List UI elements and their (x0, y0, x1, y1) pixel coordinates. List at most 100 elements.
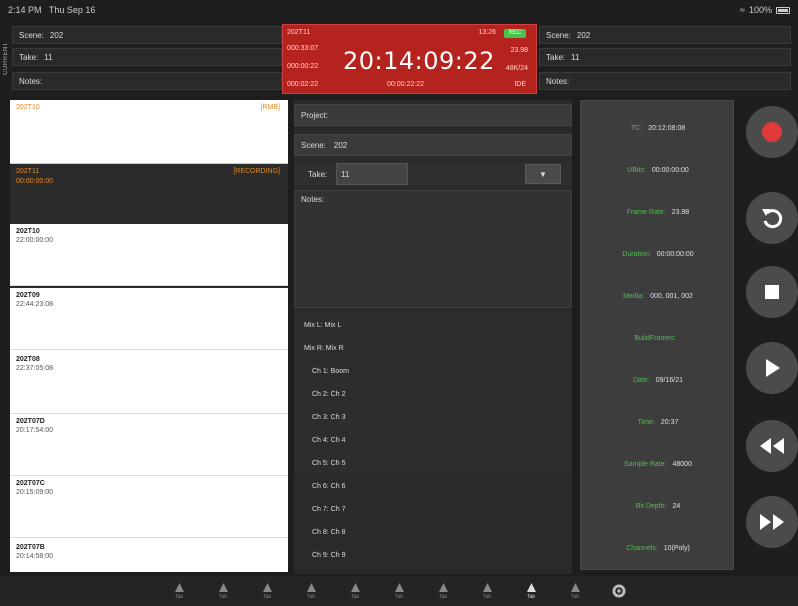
tab-icon (174, 583, 184, 592)
status-date: Thu Sep 16 (48, 5, 96, 15)
channel-list[interactable]: Mix L: Mix L Mix R: Mix R Ch 1: Boom Ch … (294, 314, 572, 559)
clip-list-selected[interactable]: 202T10 [RMB] (10, 100, 288, 164)
scene-field[interactable]: Scene: 202 (294, 134, 572, 156)
play-button[interactable] (746, 342, 798, 394)
tc-row4-left: 000:02:22 (287, 81, 319, 88)
info-row: TC: 20:12:08:08 (630, 125, 686, 132)
list-item[interactable]: 202T07B 20:14:58:00 (10, 540, 288, 572)
channel-item[interactable]: Ch 7: Ch 7 (312, 506, 345, 513)
list-item[interactable]: 202T10 22:00:00:00 (10, 224, 288, 286)
info-row: BuildFrames: (634, 335, 676, 342)
notes-label-right: Notes: (546, 76, 570, 86)
wifi-icon: ≈ (740, 5, 745, 15)
tab-icon (438, 583, 448, 592)
fast-forward-button[interactable] (746, 496, 798, 548)
selected-clip-tag: [RMB] (260, 104, 280, 111)
toolbar-tab-5[interactable]: Tab (337, 582, 373, 600)
channel-item[interactable]: Ch 5: Ch 5 (312, 460, 345, 467)
channel-item[interactable]: Mix L: Mix L (304, 322, 341, 329)
scene-label: Scene: (19, 30, 44, 40)
project-field[interactable]: Project: (294, 104, 572, 126)
toolbar-tab-1[interactable]: Tab (161, 582, 197, 600)
channel-item[interactable]: Ch 3: Ch 3 (312, 414, 345, 421)
toolbar-tab-4[interactable]: Tab (293, 582, 329, 600)
stop-button[interactable] (746, 266, 798, 318)
take-input[interactable]: 11 (336, 163, 408, 185)
toolbar-tab-6[interactable]: Tab (381, 582, 417, 600)
scene-value-right: 202 (576, 30, 591, 40)
toolbar-tab-7[interactable]: Tab (425, 582, 461, 600)
tab-icon (482, 583, 492, 592)
selected-clip-name: 202T10 (16, 104, 40, 111)
take-value: 11 (44, 52, 53, 62)
header-take-field[interactable]: Take: 11 (12, 48, 282, 66)
stop-icon (765, 285, 779, 299)
info-row: UBits: 00:00:00:00 (627, 167, 689, 174)
status-time: 2:14 PM (8, 5, 42, 15)
current-side-tab[interactable]: CURRENT (2, 24, 10, 92)
status-bar: 2:14 PM Thu Sep 16 ≈ 100% (0, 0, 798, 20)
undo-icon (762, 209, 783, 229)
record-button[interactable] (746, 106, 798, 158)
fast-forward-icon (760, 514, 784, 530)
toolbar-tab-3[interactable]: Tab (249, 582, 285, 600)
gear-icon (612, 583, 626, 598)
tab-icon (306, 583, 316, 592)
info-row: Media: 000, 001, 002 (623, 293, 693, 300)
channel-item[interactable]: Ch 1: Boom (312, 368, 349, 375)
recording-clip-time: 00:00:00:00 (16, 178, 53, 185)
notes-label: Notes: (19, 76, 43, 86)
timecode-display: 202T11 000:33:07 000:00:22 000:02:22 20:… (282, 24, 537, 94)
header-notes-field[interactable]: Notes: (12, 72, 282, 90)
status-left: 2:14 PM Thu Sep 16 (8, 5, 95, 15)
take-value-right: 11 (571, 52, 580, 62)
mid-scene-value: 202 (333, 140, 348, 150)
battery-percent: 100% (748, 5, 772, 15)
tab-icon (526, 583, 536, 592)
rewind-button[interactable] (746, 420, 798, 472)
header-notes-field-right[interactable]: Notes: (539, 72, 791, 90)
toolbar-tab-2[interactable]: Tab (205, 582, 241, 600)
info-row: Duration: 00:00:00:00 (622, 251, 694, 258)
tab-icon (394, 583, 404, 592)
tab-icon (570, 583, 580, 592)
undo-button[interactable] (746, 192, 798, 244)
tc-row3-right: 48K/24 (505, 65, 528, 72)
tc-row2-right: 23.98 (510, 47, 528, 54)
scene-label-right: Scene: (546, 30, 571, 40)
take-dropdown-button[interactable]: ▼ (525, 164, 561, 184)
rewind-icon (760, 438, 784, 454)
channel-item[interactable]: Mix R: Mix R (304, 345, 344, 352)
info-row: Bit Depth: 24 (635, 503, 681, 510)
info-row: Date: 09/16/21 (633, 377, 683, 384)
notes-field[interactable]: Notes: (294, 190, 572, 308)
take-row: Take: 11 ▼ (294, 162, 572, 186)
tc-row2-left: 000:33:07 (287, 45, 319, 52)
toolbar-tab-10[interactable]: Tab (557, 582, 593, 600)
tc-row3-left: 000:00:22 (287, 63, 319, 70)
header-scene-field-right[interactable]: Scene: 202 (539, 26, 791, 44)
toolbar-tab-9[interactable]: Tab (513, 582, 549, 600)
toolbar-tab-8[interactable]: Tab (469, 582, 505, 600)
channel-item[interactable]: Ch 9: Ch 9 (312, 552, 345, 559)
list-item[interactable]: 202T09 22:44:23:08 (10, 288, 288, 350)
clip-list[interactable]: 202T10 [RMB] 202T11 00:00:00:00 [RECORDI… (10, 100, 288, 572)
list-item[interactable]: 202T07C 20:15:09:00 (10, 476, 288, 538)
header-scene-field[interactable]: Scene: 202 (12, 26, 282, 44)
channel-item[interactable]: Ch 4: Ch 4 (312, 437, 345, 444)
tab-icon (218, 583, 228, 592)
take-label: Take: (19, 52, 39, 62)
tab-icon (350, 583, 360, 592)
channel-item[interactable]: Ch 2: Ch 2 (312, 391, 345, 398)
status-right: ≈ 100% (740, 5, 790, 15)
toolbar-settings[interactable] (601, 583, 637, 600)
channel-item[interactable]: Ch 8: Ch 8 (312, 529, 345, 536)
list-item[interactable]: 202T08 22:37:05:08 (10, 352, 288, 414)
take-label-right: Take: (546, 52, 566, 62)
header-take-field-right[interactable]: Take: 11 (539, 48, 791, 66)
mid-take-label: Take: (308, 169, 328, 179)
metadata-panel: Project: Scene: 202 Take: 11 ▼ Notes: Mi… (294, 100, 572, 574)
channel-item[interactable]: Ch 6: Ch 6 (312, 483, 345, 490)
list-item[interactable]: 202T07D 20:17:54:00 (10, 414, 288, 476)
play-icon (766, 359, 780, 377)
